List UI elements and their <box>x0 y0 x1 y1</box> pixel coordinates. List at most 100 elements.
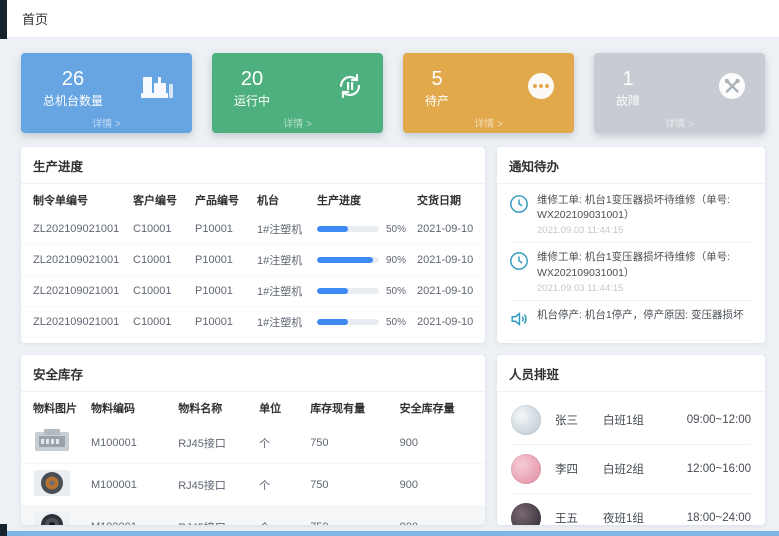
card-pending-text: 5 待产 <box>425 68 449 109</box>
product-no: P10001 <box>191 214 253 245</box>
progress-percent: 50% <box>386 224 406 235</box>
material-safety-stock: 900 <box>396 464 485 506</box>
pending-icon <box>526 71 556 106</box>
col-order-no: 制令单编号 <box>21 184 129 214</box>
col-delivery-date: 交货日期 <box>413 184 485 214</box>
notification-time: 2021.09.03 11:44:15 <box>537 283 753 294</box>
machine: 1#注塑机 <box>253 214 313 245</box>
progress-cell: 50% <box>313 307 413 338</box>
progress-percent: 50% <box>386 286 406 297</box>
person-shift: 夜班1组 <box>603 510 667 525</box>
speaker-icon <box>509 308 529 334</box>
running-value: 20 <box>241 68 263 90</box>
notification-item[interactable]: 维修工单: 机台1变压器损坏待维修（单号: WX202109031001） 20… <box>509 186 753 243</box>
schedule-list: 张三 白班1组 09:00~12:00 李四 白班2组 12:00~16:00 … <box>497 392 765 525</box>
product-no: P10001 <box>191 276 253 307</box>
delivery-date: 2021-09-10 <box>413 276 485 307</box>
panels-grid: 生产进度 制令单编号 客户编号 产品编号 机台 生产进度 交货日期 <box>21 147 765 525</box>
customer-no: C10001 <box>129 214 191 245</box>
pending-detail-link[interactable]: 详情 > <box>403 115 574 130</box>
notification-item[interactable]: 计划暂停: 机台1生产计划已暂停 2021.09.03 11:44:15 <box>509 341 753 343</box>
customer-no: C10001 <box>129 307 191 338</box>
material-current-stock: 750 <box>306 422 395 464</box>
person-name: 李四 <box>555 461 589 477</box>
col-machine: 机台 <box>253 184 313 214</box>
order-no: ZL202109021001 <box>21 307 129 338</box>
total-machines-detail-link[interactable]: 详情 > <box>21 115 192 130</box>
col-product-no: 产品编号 <box>191 184 253 214</box>
inventory-header-row: 物料图片 物料编码 物料名称 单位 库存现有量 安全库存量 <box>21 392 485 422</box>
col-current-stock: 库存现有量 <box>306 392 395 422</box>
production-table: 制令单编号 客户编号 产品编号 机台 生产进度 交货日期 ZL202109021… <box>21 184 485 343</box>
notification-item[interactable]: 机台停产: 机台1停产，停产原因: 变压器损坏 <box>509 301 753 341</box>
order-no: ZL202109021001 <box>21 245 129 276</box>
safety-stock-panel-title: 安全库存 <box>21 355 485 392</box>
card-running-text: 20 运行中 <box>234 68 270 109</box>
progress-cell: 50% <box>313 214 413 245</box>
person-shift: 白班2组 <box>603 461 667 477</box>
notification-text: 机台停产: 机台1停产，停产原因: 变压器损坏 <box>537 308 744 323</box>
card-fault: 1 故障 <box>594 53 765 133</box>
progress-cell: 50% <box>313 276 413 307</box>
progress-bar <box>317 319 348 325</box>
progress-bar <box>317 288 348 294</box>
person-name: 王五 <box>555 510 589 525</box>
delivery-date: 2021-09-10 <box>413 307 485 338</box>
material-current-stock: 750 <box>306 464 395 506</box>
stat-cards-row: 26 总机台数量 详情 > <box>21 53 765 133</box>
card-running: 20 运行中 详情 > <box>212 53 383 133</box>
material-image-coil <box>33 488 71 500</box>
production-row: ZL202109021001 C10001 P10001 1#注塑机 90% 2… <box>21 245 485 276</box>
running-detail-link[interactable]: 详情 > <box>212 115 383 130</box>
dashboard-app: 首页 26 总机台数量 <box>0 0 779 536</box>
clock-icon <box>509 250 529 293</box>
bottom-edge-strip <box>0 531 779 536</box>
panel-production-progress: 生产进度 制令单编号 客户编号 产品编号 机台 生产进度 交货日期 <box>21 147 485 343</box>
notification-text: 维修工单: 机台1变压器损坏待维修（单号: WX202109031001） <box>537 250 753 280</box>
material-image-cell <box>21 506 87 526</box>
material-safety-stock: 900 <box>396 422 485 464</box>
order-no: ZL202109021001 <box>21 338 129 344</box>
person-shift: 白班1组 <box>603 412 667 428</box>
production-row: ZL202109021001 C10001 P10001 1#注塑机 50% 2… <box>21 307 485 338</box>
delivery-date: 2021-09-10 <box>413 338 485 344</box>
machine: 1#注塑机 <box>253 307 313 338</box>
customer-no: C10001 <box>129 338 191 344</box>
customer-no: C10001 <box>129 245 191 276</box>
total-machines-value: 26 <box>62 68 84 90</box>
person-time-range: 18:00~24:00 <box>687 512 751 524</box>
person-time-range: 12:00~16:00 <box>687 463 751 475</box>
notification-item[interactable]: 维修工单: 机台1变压器损坏待维修（单号: WX202109031001） 20… <box>509 243 753 300</box>
schedule-row: 王五 夜班1组 18:00~24:00 <box>511 494 751 525</box>
order-no: ZL202109021001 <box>21 214 129 245</box>
product-no: P10001 <box>191 338 253 344</box>
progress-percent: 50% <box>386 317 406 328</box>
notifications-panel-title: 通知待办 <box>497 147 765 184</box>
avatar <box>511 405 541 435</box>
production-header-row: 制令单编号 客户编号 产品编号 机台 生产进度 交货日期 <box>21 184 485 214</box>
fault-detail-link[interactable]: 详情 > <box>594 115 765 130</box>
avatar <box>511 503 541 525</box>
product-no: P10001 <box>191 307 253 338</box>
notification-body: 维修工单: 机台1变压器损坏待维修（单号: WX202109031001） 20… <box>537 193 753 236</box>
sidebar-edge <box>0 0 7 39</box>
order-no: ZL202109021001 <box>21 276 129 307</box>
material-name: RJ45接口 <box>174 422 255 464</box>
customer-no: C10001 <box>129 276 191 307</box>
col-material-code: 物料编码 <box>87 392 174 422</box>
progress-cell: 90% <box>313 245 413 276</box>
tab-home[interactable]: 首页 <box>22 9 48 28</box>
notification-body: 机台停产: 机台1停产，停产原因: 变压器损坏 <box>537 308 744 334</box>
pending-label: 待产 <box>425 92 449 109</box>
progress-percent: 90% <box>386 255 406 266</box>
notification-text: 维修工单: 机台1变压器损坏待维修（单号: WX202109031001） <box>537 193 753 223</box>
progress-track <box>317 226 379 232</box>
col-unit: 单位 <box>255 392 306 422</box>
avatar <box>511 454 541 484</box>
production-row: ZL202109021001 C10001 P10001 1#注塑机 50% 2… <box>21 276 485 307</box>
col-customer-no: 客户编号 <box>129 184 191 214</box>
material-unit: 个 <box>255 506 306 526</box>
progress-cell: 50% <box>313 338 413 344</box>
fault-value: 1 <box>622 68 633 90</box>
dashboard-content: 26 总机台数量 详情 > <box>7 39 779 531</box>
